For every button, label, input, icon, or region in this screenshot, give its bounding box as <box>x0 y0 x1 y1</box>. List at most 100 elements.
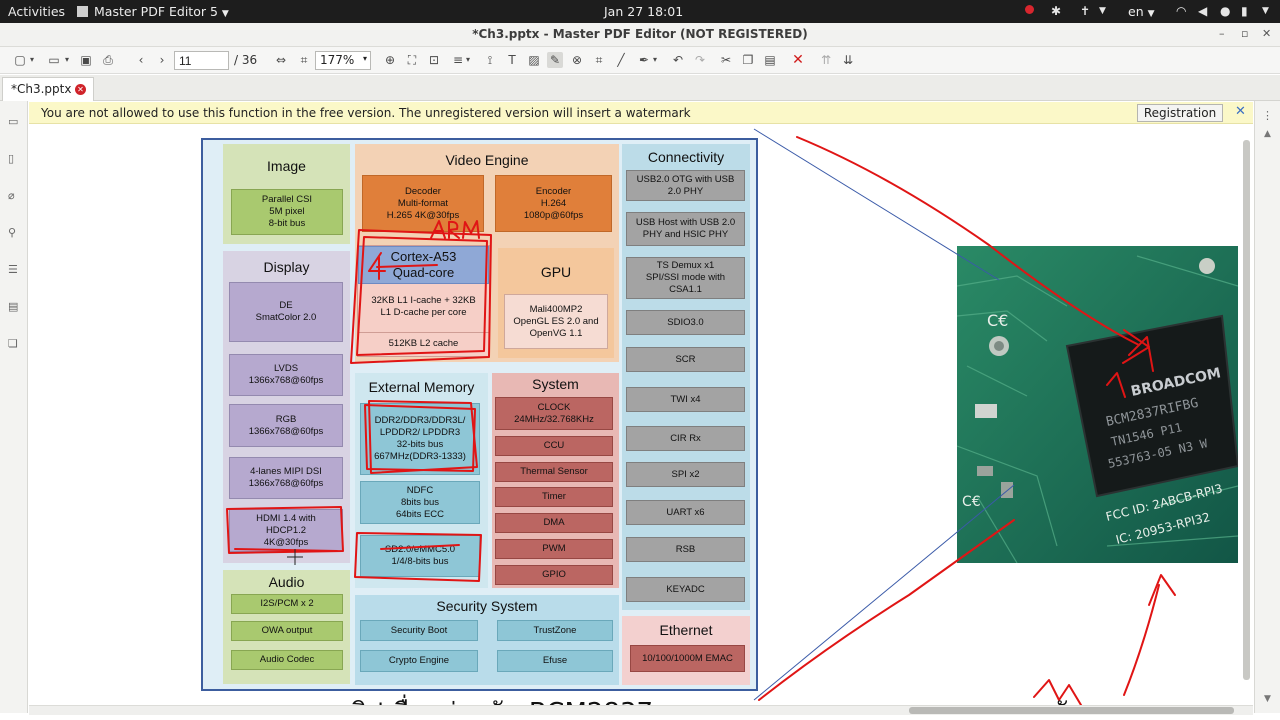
diagram-block: LVDS 1366x768@60fps <box>229 354 343 396</box>
close-notice-icon[interactable]: ✕ <box>1235 104 1246 119</box>
attachments-icon[interactable]: ⌀ <box>8 189 15 202</box>
chevron-down-icon: ▼ <box>1147 9 1155 19</box>
group-title: External Memory <box>368 379 475 395</box>
document-canvas[interactable]: Image Parallel CSI 5M pixel 8-bit bus Di… <box>29 125 1253 705</box>
pages-panel-icon[interactable]: ▭ <box>8 115 18 128</box>
search-icon[interactable]: ⚲ <box>8 226 16 239</box>
paste-icon[interactable]: ▤ <box>762 52 778 68</box>
main-toolbar: ▢ ▾ ▭ ▾ ▣ ⎙ ‹ › / 36 ⇔ ⌗ 177%▾ ⊕ ⛶ ⊡ ≡ ▾… <box>0 47 1280 74</box>
vertical-scrollbar-thumb[interactable] <box>1243 140 1250 680</box>
diagram-block: GPIO <box>495 565 613 585</box>
bookmarks-icon[interactable]: ▯ <box>8 152 14 165</box>
diagram-block: DMA <box>495 513 613 533</box>
delete-icon[interactable]: ✕ <box>790 52 806 68</box>
zoom-in-icon[interactable]: ⊕ <box>382 52 398 68</box>
diagram-block: Decoder Multi-format H.265 4K@30fps <box>362 175 484 232</box>
minimize-button[interactable]: – <box>1219 27 1225 40</box>
diagram-block: Efuse <box>497 650 613 672</box>
undo-icon[interactable]: ↶ <box>670 52 686 68</box>
diagram-block: Mali400MP2 OpenGL ES 2.0 and OpenVG 1.1 <box>504 294 608 349</box>
next-page-icon[interactable]: › <box>154 52 170 68</box>
print-icon[interactable]: ⎙ <box>100 52 116 68</box>
system-group: System CLOCK 24MHz/32.768KHz CCU Thermal… <box>492 373 619 588</box>
measure-icon[interactable]: ╱ <box>613 52 629 68</box>
slide-caption-left: ชิปเพื่อนร่วมวัน BCM2837 <box>349 692 653 705</box>
registration-button[interactable]: Registration <box>1137 104 1223 122</box>
bring-forward-icon[interactable]: ⇈ <box>818 52 834 68</box>
scroll-down-icon[interactable]: ▼ <box>1264 694 1271 704</box>
save-icon[interactable]: ▣ <box>78 52 94 68</box>
record-indicator-icon[interactable] <box>1025 5 1034 14</box>
chevron-down-icon: ▼ <box>1099 6 1106 16</box>
annotation-stroke <box>1123 584 1160 696</box>
signatures-icon[interactable]: ❏ <box>8 337 18 350</box>
security-system-group: Security System Security Boot TrustZone … <box>355 595 619 685</box>
crop-icon[interactable]: ⌗ <box>591 52 607 68</box>
diagram-block: Timer <box>495 487 613 507</box>
chevron-down-icon[interactable]: ▾ <box>24 52 40 68</box>
cut-icon[interactable]: ✂ <box>718 52 734 68</box>
activities-button[interactable]: Activities <box>8 4 65 19</box>
external-memory-group: External Memory DDR2/DDR3/DDR3L/ LPDDR2/… <box>355 373 488 588</box>
diagram-block: OWA output <box>231 621 343 641</box>
chevron-down-icon[interactable]: ▾ <box>647 52 663 68</box>
maximize-button[interactable]: ▫ <box>1241 27 1248 40</box>
group-title: Image <box>267 158 306 174</box>
copy-icon[interactable]: ❐ <box>740 52 756 68</box>
diagram-block: RGB 1366x768@60fps <box>229 404 343 447</box>
diagram-block: USB Host with USB 2.0 PHY and HSIC PHY <box>626 212 745 246</box>
send-backward-icon[interactable]: ⇊ <box>840 52 856 68</box>
edit-object-icon[interactable]: ⟟ <box>482 52 498 68</box>
bluetooth-tray-icon[interactable]: ✱ <box>1051 4 1061 18</box>
chevron-down-icon[interactable]: ▾ <box>460 52 476 68</box>
system-top-bar: Activities Master PDF Editor 5 ▼ Jan 27 1… <box>0 0 1280 23</box>
diagram-block: HDMI 1.4 with HDCP1.2 4K@30fps <box>229 509 343 552</box>
slide-caption-right: ด..ภาพัน <box>985 692 1085 705</box>
diagram-block: TS Demux x1 SPI/SSI mode with CSA1.1 <box>626 257 745 299</box>
redo-icon[interactable]: ↷ <box>692 52 708 68</box>
comments-icon[interactable]: ▤ <box>8 300 18 313</box>
group-title: Video Engine <box>445 152 529 168</box>
scroll-up-icon[interactable]: ▲ <box>1264 129 1271 139</box>
ethernet-group: Ethernet 10/100/1000M EMAC <box>622 616 750 685</box>
language-indicator[interactable]: en ▼ <box>1128 4 1155 19</box>
wifi-icon[interactable]: ◠ <box>1176 4 1186 18</box>
zoom-select[interactable]: 177% ▾ <box>315 51 371 70</box>
previous-page-icon[interactable]: ‹ <box>133 52 149 68</box>
edit-text-icon[interactable]: T <box>504 52 520 68</box>
diagram-block: TWI x4 <box>626 387 745 412</box>
volume-icon[interactable]: ◀ <box>1198 4 1207 18</box>
chevron-down-icon[interactable]: ▼ <box>1262 6 1269 16</box>
close-window-button[interactable]: ✕ <box>1262 27 1271 40</box>
chevron-down-icon[interactable]: ▾ <box>59 52 75 68</box>
unregistered-notice-bar: You are not allowed to use this function… <box>29 102 1253 124</box>
diagram-block: CIR Rx <box>626 426 745 451</box>
edit-image-icon[interactable]: ▨ <box>526 52 542 68</box>
tab-ch3-pptx[interactable]: *Ch3.pptx ✕ <box>2 77 94 101</box>
pencil-icon[interactable]: ✎ <box>547 52 563 68</box>
properties-icon[interactable]: ⋮ <box>1262 109 1273 122</box>
diagram-block: USB2.0 OTG with USB 2.0 PHY <box>626 170 745 201</box>
fit-width-icon[interactable]: ⇔ <box>273 52 289 68</box>
diagram-block: SD2.0/eMMC5.0 1/4/8-bits bus <box>360 535 480 577</box>
battery-icon[interactable]: ▮ <box>1241 4 1248 18</box>
app-menu[interactable]: Master PDF Editor 5 ▼ <box>77 4 229 19</box>
page-number-input[interactable] <box>174 51 229 70</box>
link-icon[interactable]: ⊗ <box>569 52 585 68</box>
layers-icon[interactable]: ☰ <box>8 263 18 276</box>
accessibility-icon[interactable]: ✝ <box>1080 4 1090 18</box>
close-tab-icon[interactable]: ✕ <box>75 84 86 95</box>
app-icon <box>77 6 88 17</box>
fit-visible-icon[interactable]: ⊡ <box>426 52 442 68</box>
actual-size-icon[interactable]: ⛶ <box>404 52 420 68</box>
microphone-icon[interactable]: ● <box>1220 4 1230 18</box>
group-title: GPU <box>540 264 572 280</box>
clock[interactable]: Jan 27 18:01 <box>604 4 683 19</box>
horizontal-scrollbar[interactable] <box>29 705 1253 715</box>
gpu-group: GPU Mali400MP2 OpenGL ES 2.0 and OpenVG … <box>498 248 614 358</box>
fit-page-icon[interactable]: ⌗ <box>296 52 312 68</box>
diagram-block: DDR2/DDR3/DDR3L/ LPDDR2/ LPDDR3 32-bits … <box>360 403 480 475</box>
horizontal-scrollbar-thumb[interactable] <box>909 707 1234 714</box>
diagram-block: Thermal Sensor <box>495 462 613 482</box>
diagram-block: RSB <box>626 537 745 562</box>
